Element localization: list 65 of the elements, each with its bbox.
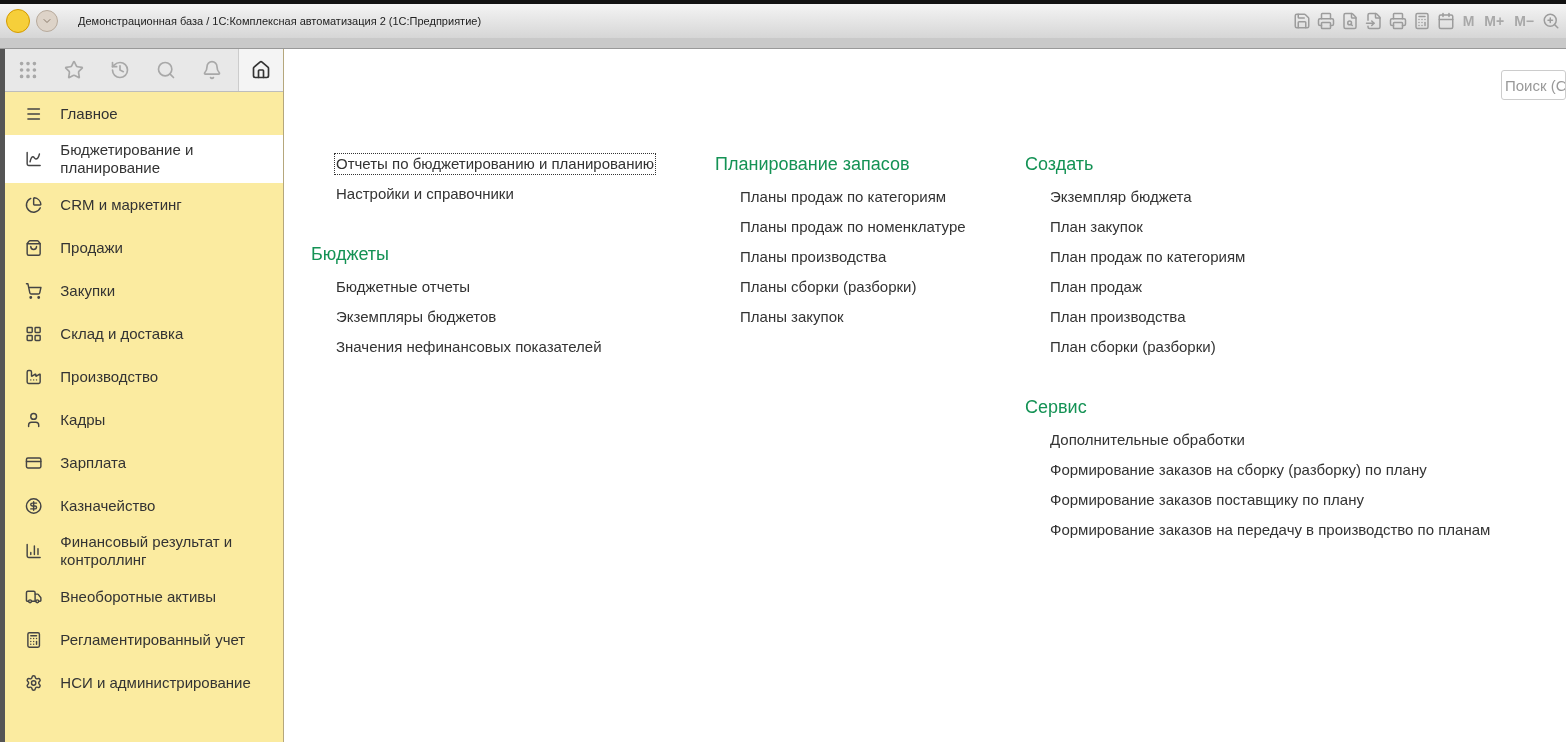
link[interactable]: Планы закупок: [739, 307, 845, 327]
sidebar-item[interactable]: Кадры: [5, 398, 283, 441]
document-icon[interactable]: [1364, 12, 1383, 30]
sidebar-item[interactable]: Главное: [5, 92, 283, 135]
link[interactable]: Формирование заказов на передачу в производство по планам: [1049, 520, 1492, 540]
sidebar-item[interactable]: CRM и маркетинг: [5, 183, 283, 226]
apps-icon[interactable]: [17, 59, 39, 81]
link[interactable]: Экземпляры бюджетов: [335, 307, 498, 327]
bell-icon[interactable]: [202, 60, 222, 80]
coin-icon: [25, 496, 43, 515]
app-logo[interactable]: [6, 9, 30, 33]
grid-icon: [25, 324, 43, 343]
calculator-icon[interactable]: [1412, 12, 1431, 30]
calculator-icon: [25, 630, 43, 649]
bar-chart-icon: [25, 542, 43, 560]
sidebar-item[interactable]: Казначейство: [5, 484, 283, 527]
section-heading: Бюджеты: [311, 244, 391, 265]
sidebar-item[interactable]: Регламентированный учет: [5, 618, 283, 661]
star-icon[interactable]: [64, 60, 84, 80]
link[interactable]: Планы продаж по категориям: [739, 187, 948, 207]
sidebar-item[interactable]: Склад и доставка: [5, 312, 283, 355]
window-title: Демонстрационная база / 1С:Комплексная автоматизация 2 (1С:Предприятие): [78, 15, 483, 27]
menu-button[interactable]: [36, 10, 58, 32]
chart-icon: [25, 150, 43, 168]
printer-icon[interactable]: [1388, 12, 1407, 30]
preview-icon[interactable]: [1340, 12, 1359, 30]
link[interactable]: План производства: [1049, 307, 1187, 327]
link[interactable]: Формирование заказов на сборку (разборку) по плану: [1049, 460, 1428, 480]
sidebar-item[interactable]: Внеоборотные активы: [5, 575, 283, 618]
save-icon[interactable]: [1292, 12, 1311, 30]
search-icon[interactable]: [156, 60, 176, 80]
link[interactable]: Планы сборки (разборки): [739, 277, 918, 297]
factory-icon: [25, 367, 43, 386]
link[interactable]: Экземпляр бюджета: [1049, 187, 1193, 207]
link[interactable]: Планы продаж по номенклатуре: [739, 217, 967, 237]
cart-icon: [25, 281, 43, 300]
pie-chart-icon: [25, 195, 43, 214]
sidebar-item[interactable]: Финансовый результат и контроллинг: [5, 527, 283, 575]
bag-icon: [25, 238, 43, 257]
link[interactable]: Дополнительные обработки: [1049, 430, 1246, 450]
settings-icon: [25, 673, 43, 692]
section-heading: Планирование запасов: [715, 154, 911, 175]
link[interactable]: План продаж: [1049, 277, 1143, 297]
sidebar-item[interactable]: Бюджетирование и планирование: [5, 135, 283, 183]
link[interactable]: Формирование заказов поставщику по плану: [1049, 490, 1365, 510]
print-icon[interactable]: [1316, 12, 1335, 30]
link[interactable]: Значения нефинансовых показателей: [335, 337, 603, 357]
home-icon[interactable]: [251, 60, 271, 80]
section-heading: Создать: [1025, 154, 1095, 175]
link[interactable]: План продаж по категориям: [1049, 247, 1247, 267]
history-icon[interactable]: [110, 60, 130, 80]
sidebar-item[interactable]: Производство: [5, 355, 283, 398]
sidebar-item[interactable]: Закупки: [5, 269, 283, 312]
link[interactable]: План сборки (разборки): [1049, 337, 1217, 357]
zoom-icon[interactable]: [1542, 12, 1560, 30]
calendar-icon[interactable]: [1436, 12, 1455, 30]
section-heading: Сервис: [1025, 397, 1088, 418]
link[interactable]: План закупок: [1049, 217, 1144, 237]
sidebar-item[interactable]: Продажи: [5, 226, 283, 269]
sidebar-item[interactable]: НСИ и администрирование: [5, 661, 283, 704]
link[interactable]: Бюджетные отчеты: [335, 277, 472, 297]
link[interactable]: Отчеты по бюджетированию и планированию: [335, 154, 656, 174]
link[interactable]: Настройки и справочники: [335, 184, 515, 204]
sidebar-item[interactable]: Зарплата: [5, 441, 283, 484]
link[interactable]: Планы производства: [739, 247, 888, 267]
